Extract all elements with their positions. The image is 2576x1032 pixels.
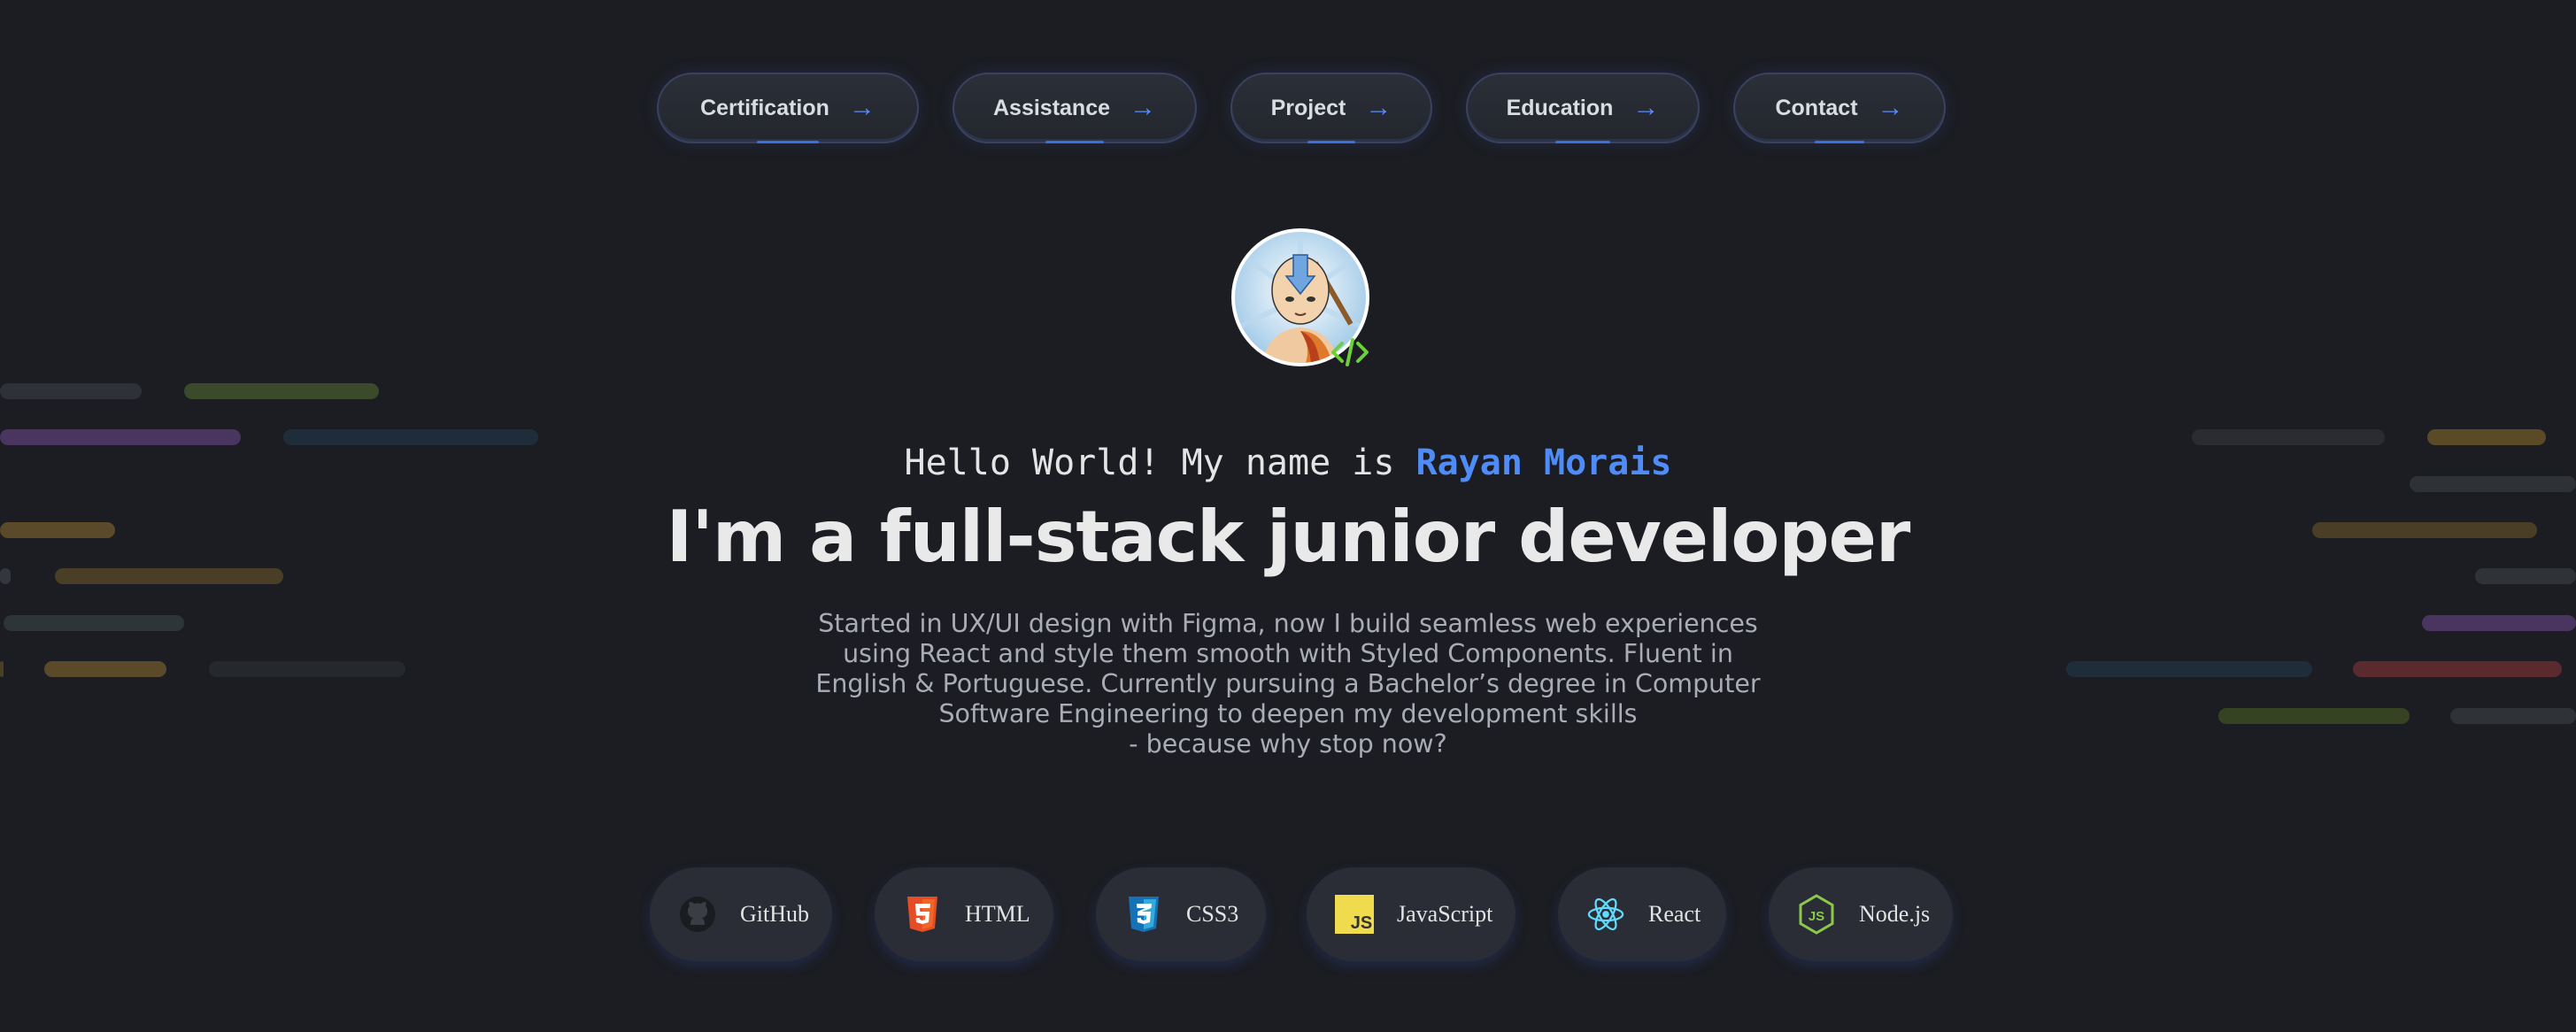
arrow-right-icon: → xyxy=(1632,93,1660,122)
greeting-text: Hello World! My name is xyxy=(904,443,1395,483)
skill-label: React xyxy=(1648,901,1701,927)
nav-project-label: Project xyxy=(1270,95,1346,120)
nav-education-label: Education xyxy=(1506,95,1614,120)
description-line: - because why stop now? xyxy=(1129,729,1447,759)
svg-text:JS: JS xyxy=(1351,913,1372,933)
skill-label: HTML xyxy=(965,901,1030,927)
skill-label: Node.js xyxy=(1859,901,1931,927)
page-title: I'm a full-stack junior developer xyxy=(666,496,1911,578)
description: Started in UX/UI design with Figma, now … xyxy=(801,609,1775,759)
github-icon xyxy=(678,895,717,934)
code-badge-icon xyxy=(1330,336,1370,368)
arrow-right-icon: → xyxy=(848,93,875,122)
greeting: Hello World! My name is Rayan Morais xyxy=(0,443,2576,483)
description-line: Started in UX/UI design with Figma, now … xyxy=(818,609,1758,638)
css3-icon xyxy=(1124,895,1163,934)
nav-certification-button[interactable]: Certification → xyxy=(657,73,919,143)
skill-javascript-button[interactable]: JS JavaScript xyxy=(1307,867,1516,961)
top-navigation: Certification → Assistance → Project → E… xyxy=(0,73,2576,143)
skill-label: GitHub xyxy=(740,901,809,927)
skill-react-button[interactable]: React xyxy=(1558,867,1726,961)
nav-project-button[interactable]: Project → xyxy=(1230,73,1432,143)
nav-education-button[interactable]: Education → xyxy=(1466,73,1700,143)
react-icon xyxy=(1586,895,1625,934)
arrow-right-icon: → xyxy=(1130,93,1157,122)
arrow-right-icon: → xyxy=(1877,93,1904,122)
nav-contact-button[interactable]: Contact → xyxy=(1733,73,1946,143)
nodejs-icon: JS xyxy=(1797,894,1836,935)
nav-contact-label: Contact xyxy=(1775,95,1858,120)
skill-html-button[interactable]: HTML xyxy=(875,867,1053,961)
nav-assistance-label: Assistance xyxy=(992,95,1111,120)
nav-assistance-button[interactable]: Assistance → xyxy=(953,73,1197,143)
developer-name: Rayan Morais xyxy=(1415,443,1672,483)
svg-text:JS: JS xyxy=(1809,909,1824,924)
skill-github-button[interactable]: GitHub xyxy=(650,867,832,961)
description-line: Software Engineering to deepen my develo… xyxy=(938,699,1638,728)
skill-label: JavaScript xyxy=(1397,901,1493,927)
skill-nodejs-button[interactable]: JS Node.js xyxy=(1769,867,1953,961)
skills-list: GitHub HTML CSS3 JS JavaScript React JS … xyxy=(0,867,2576,961)
description-line: using React and style them smooth with S… xyxy=(843,639,1733,668)
skill-label: CSS3 xyxy=(1186,901,1239,927)
description-line: English & Portuguese. Currently pursuing… xyxy=(815,669,1761,698)
skill-css3-button[interactable]: CSS3 xyxy=(1096,867,1266,961)
nav-certification-label: Certification xyxy=(700,95,829,120)
html5-icon xyxy=(903,895,942,934)
arrow-right-icon: → xyxy=(1365,93,1392,122)
javascript-icon: JS xyxy=(1335,895,1374,934)
